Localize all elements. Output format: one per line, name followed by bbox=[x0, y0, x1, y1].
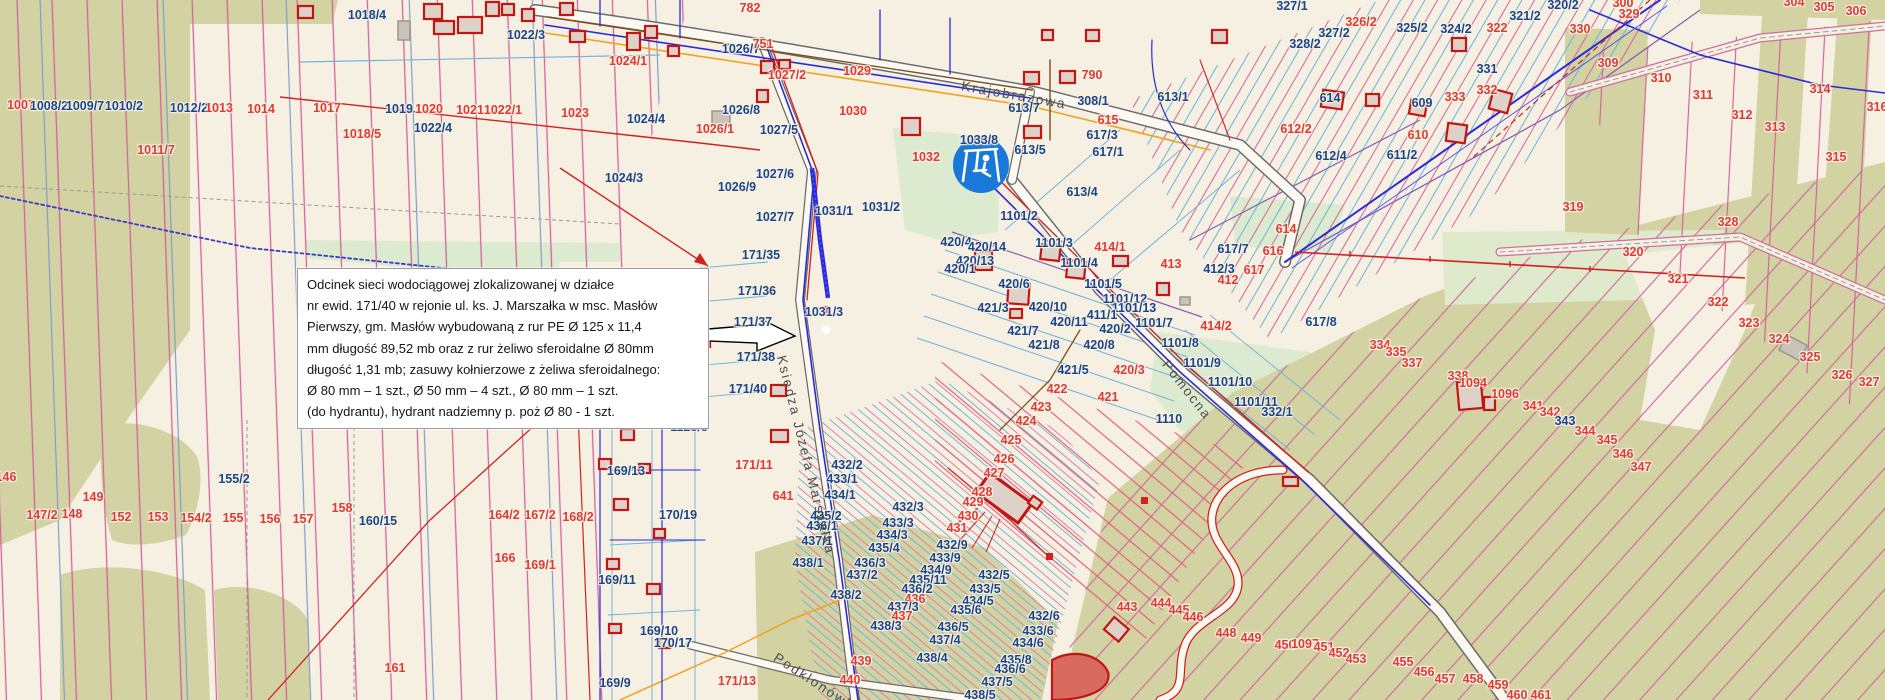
annotation-line: długość 1,31 mb; zasuwy kołnierzowe z że… bbox=[307, 359, 699, 380]
map-canvas bbox=[0, 0, 1885, 700]
annotation-line: mm długość 89,52 mb oraz z rur żeliwo sf… bbox=[307, 338, 699, 359]
parcel-strips-layer bbox=[0, 0, 1885, 700]
annotation-box[interactable]: Odcinek sieci wodociągowej zlokalizowane… bbox=[297, 268, 709, 429]
playground-marker[interactable] bbox=[953, 137, 1009, 193]
direction-arrow bbox=[708, 317, 795, 351]
annotation-line: nr ewid. 171/40 w rejonie ul. ks. J. Mar… bbox=[307, 295, 699, 316]
annotation-line: Ø 80 mm – 1 szt., Ø 50 mm – 4 szt., Ø 80… bbox=[307, 380, 699, 401]
map-stage[interactable]: 10071008/21009/71010/21012/2101310141011… bbox=[0, 0, 1885, 700]
annotation-line: Odcinek sieci wodociągowej zlokalizowane… bbox=[307, 274, 699, 295]
annotation-line: Pierwszy, gm. Masłów wybudowaną z rur PE… bbox=[307, 316, 699, 337]
annotation-line: (do hydrantu), hydrant nadziemny p. poż … bbox=[307, 401, 699, 422]
